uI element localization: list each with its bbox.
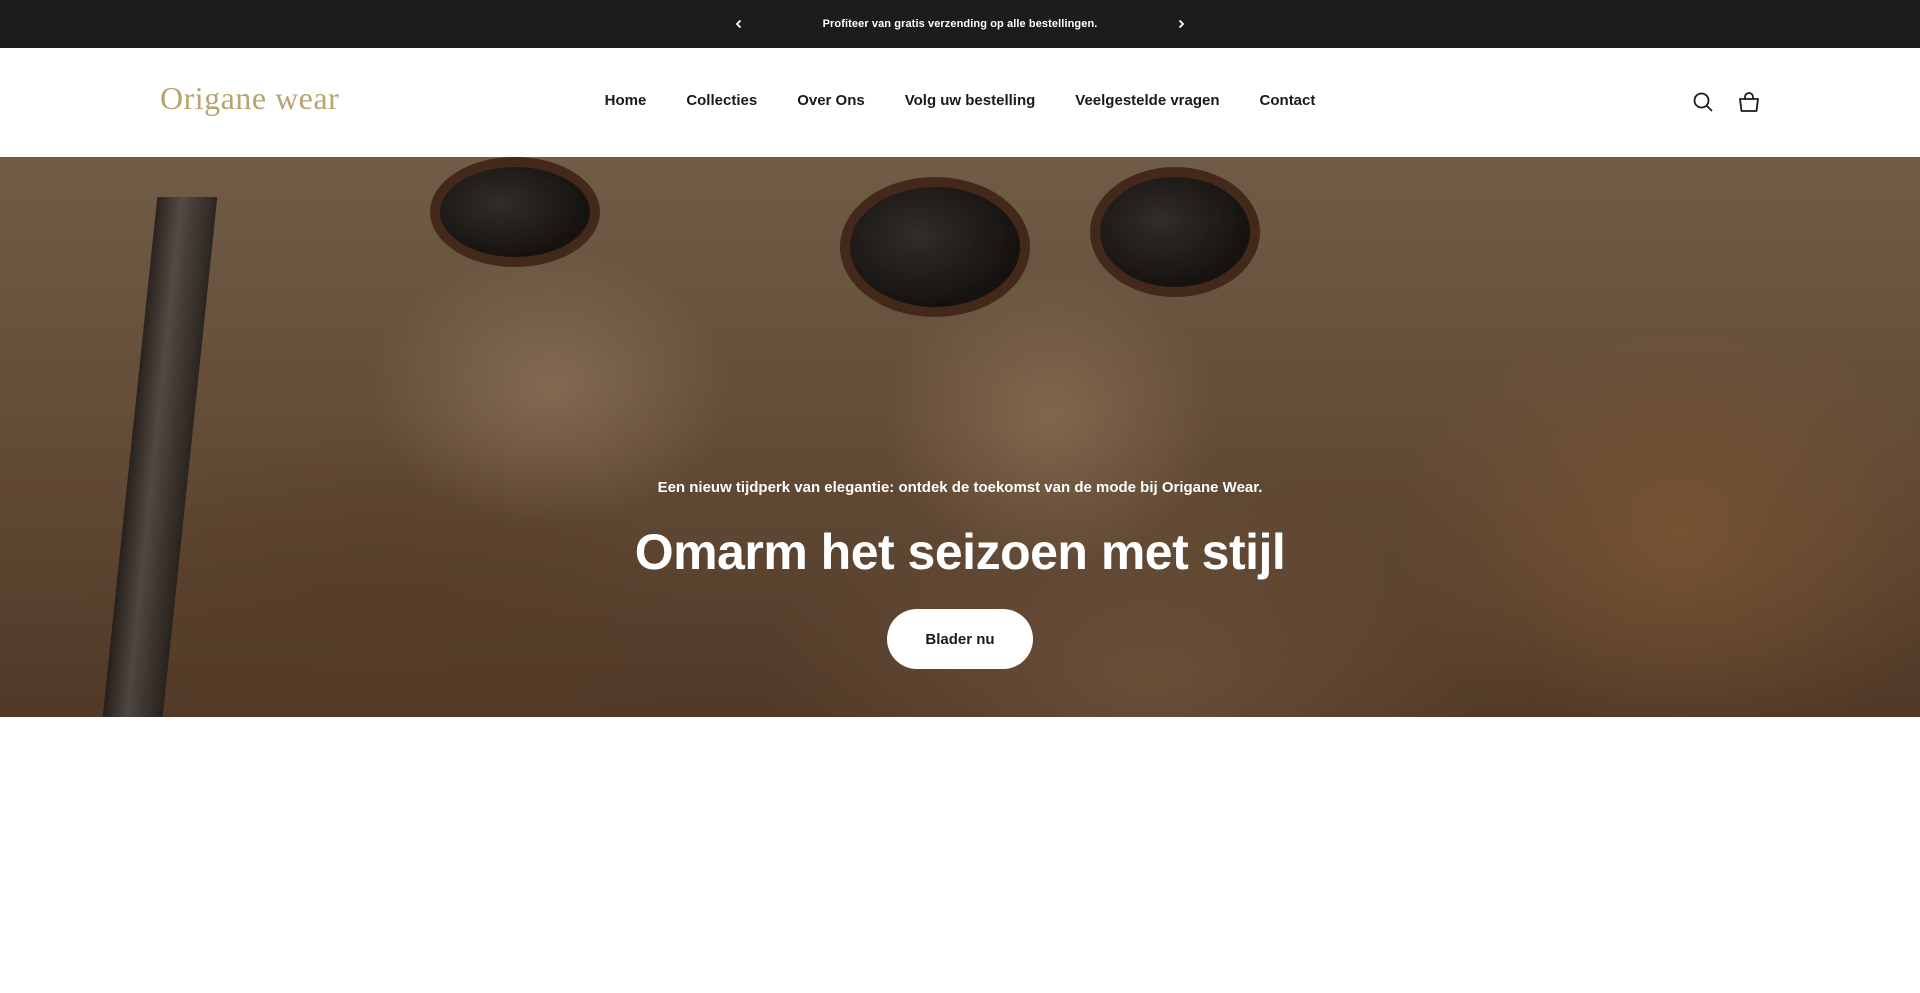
main-nav: Home Collecties Over Ons Volg uw bestell… (0, 92, 1920, 109)
browse-now-button[interactable]: Blader nu (887, 609, 1033, 669)
hero-banner: Een nieuw tijdperk van elegantie: ontdek… (0, 157, 1920, 717)
nav-item-collecties[interactable]: Collecties (686, 92, 757, 109)
announcement-bar: Profiteer van gratis verzending op alle … (0, 0, 1920, 48)
page-body-empty (0, 717, 1920, 993)
hero-content: Een nieuw tijdperk van elegantie: ontdek… (0, 157, 1920, 717)
hero-subheading: Een nieuw tijdperk van elegantie: ontdek… (657, 479, 1263, 496)
chevron-right-icon[interactable] (1171, 14, 1191, 34)
chevron-left-icon[interactable] (729, 14, 749, 34)
site-header: Origane wear Home Collecties Over Ons Vo… (0, 48, 1920, 157)
nav-item-volg-uw-bestelling[interactable]: Volg uw bestelling (905, 92, 1036, 109)
hero-heading: Omarm het seizoen met stijl (634, 524, 1286, 580)
announcement-message: Profiteer van gratis verzending op alle … (822, 18, 1098, 30)
nav-item-veelgestelde-vragen[interactable]: Veelgestelde vragen (1075, 92, 1219, 109)
nav-item-over-ons[interactable]: Over Ons (797, 92, 865, 109)
search-icon[interactable] (1691, 90, 1715, 114)
nav-item-home[interactable]: Home (605, 92, 647, 109)
shopping-bag-icon[interactable] (1737, 90, 1761, 114)
nav-item-contact[interactable]: Contact (1260, 92, 1316, 109)
